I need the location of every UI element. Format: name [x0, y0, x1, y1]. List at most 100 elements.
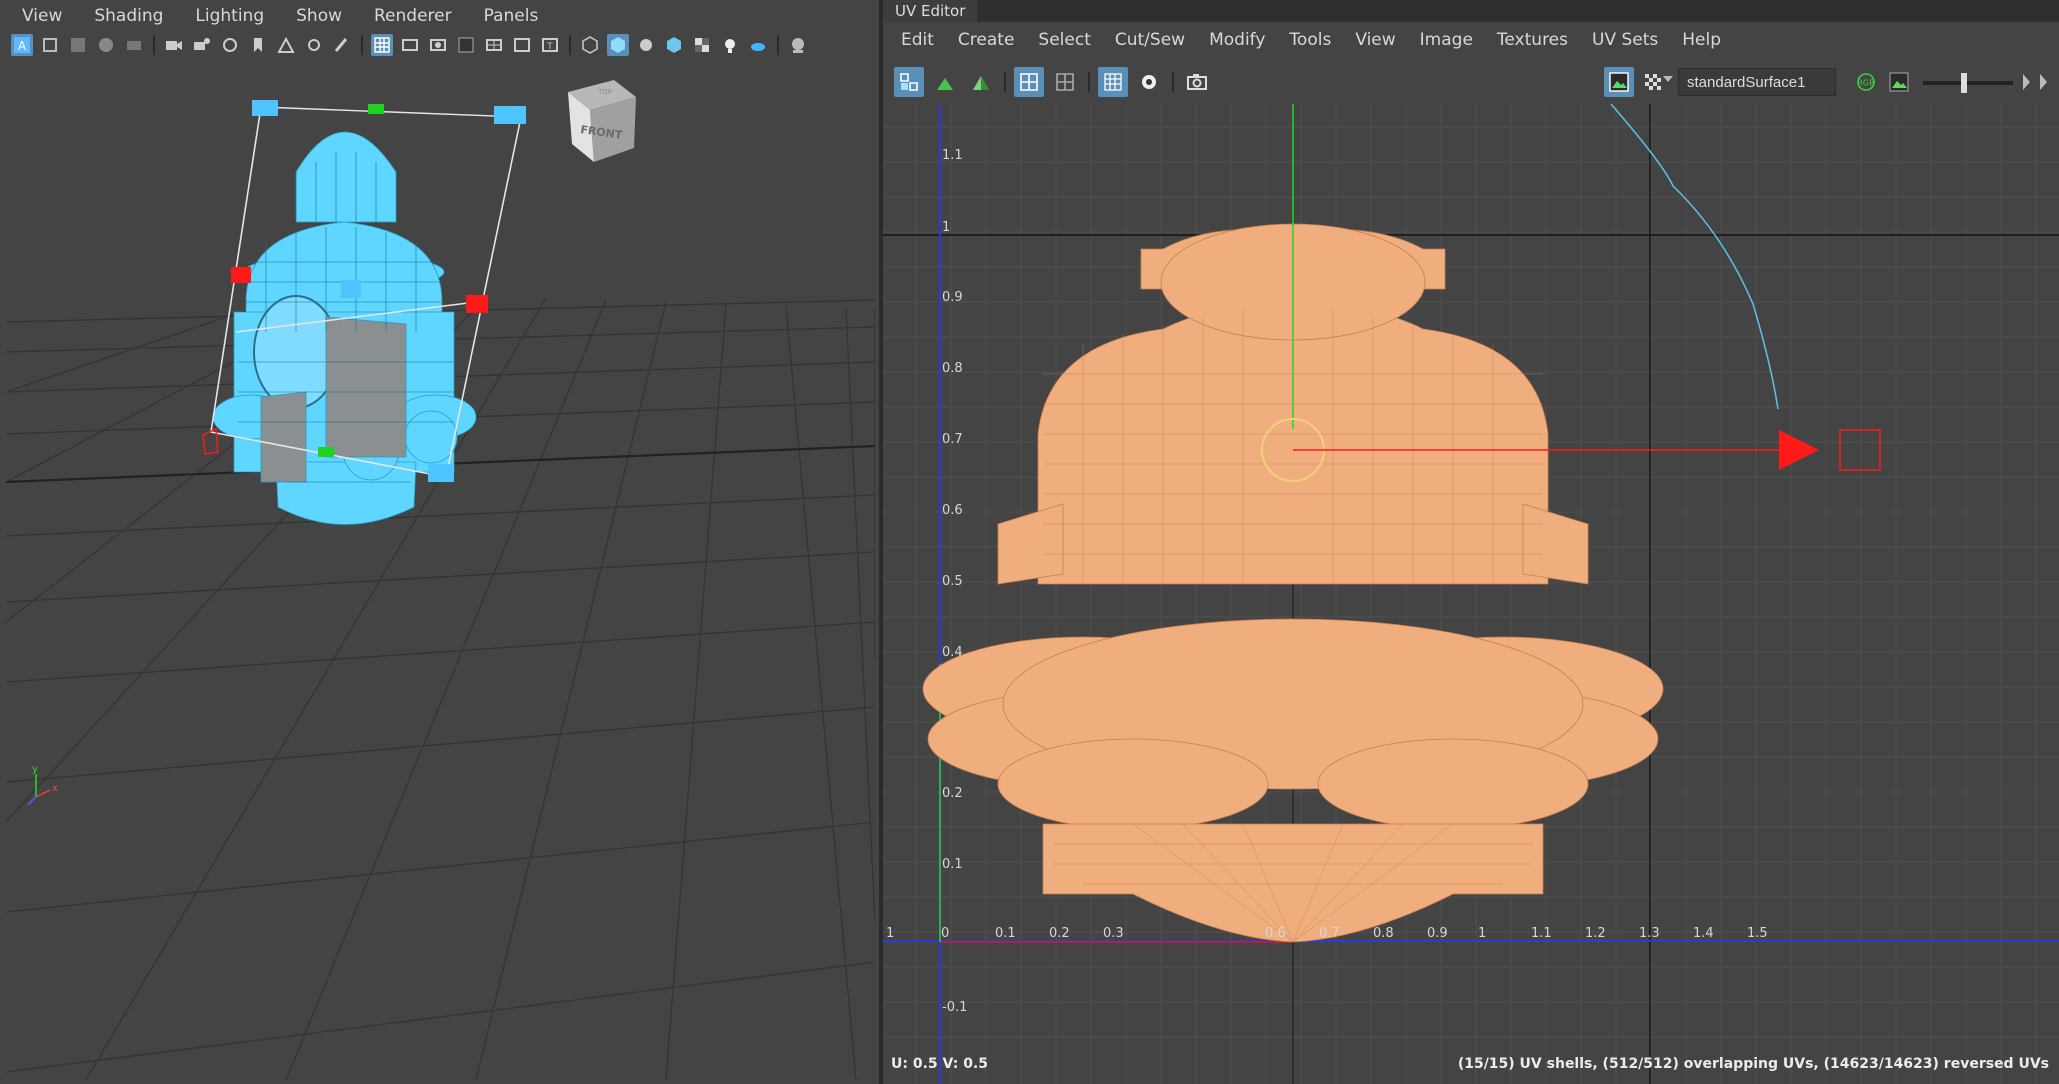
- v-tick: 0.9: [942, 290, 963, 305]
- v-tick: 0.6: [942, 503, 963, 518]
- textured-icon[interactable]: [691, 34, 713, 56]
- resolution-gate-icon[interactable]: [427, 34, 449, 56]
- menu-show[interactable]: Show: [280, 6, 358, 26]
- v-tick: 1: [942, 220, 950, 235]
- isolate-select-icon[interactable]: [787, 34, 809, 56]
- frame-selection-icon[interactable]: [39, 34, 61, 56]
- rgb-label: RGB: [1857, 79, 1874, 88]
- safe-action-icon[interactable]: [511, 34, 533, 56]
- menu-view[interactable]: View: [6, 6, 78, 26]
- uv-menu-help[interactable]: Help: [1670, 30, 1733, 50]
- use-all-lights-icon[interactable]: [719, 34, 741, 56]
- uv-editor-toolbar: standardSurface1 RGB: [883, 62, 2059, 102]
- svg-text:T: T: [546, 42, 553, 52]
- rotate-arc[interactable]: [1610, 104, 1779, 410]
- uv-editor-panel: UV Editor Edit Create Select Cut/Sew Mod…: [883, 0, 2059, 1084]
- v-tick: 0.2: [942, 786, 963, 801]
- uv-snapshot-icon[interactable]: [1182, 67, 1212, 97]
- grid-snap-icon[interactable]: [275, 34, 297, 56]
- v-tick: 0.5: [942, 574, 963, 589]
- uv-shell-stats: (15/15) UV shells, (512/512) overlapping…: [1457, 1056, 2049, 1072]
- grid-toggle-icon[interactable]: [371, 34, 393, 56]
- uv-menu-modify[interactable]: Modify: [1197, 30, 1277, 50]
- uv-menu-create[interactable]: Create: [946, 30, 1027, 50]
- brightness-slider-track[interactable]: [1923, 81, 2013, 85]
- image-plane-icon[interactable]: [67, 34, 89, 56]
- grease-pencil-icon[interactable]: [123, 34, 145, 56]
- uv-menu-edit[interactable]: Edit: [889, 30, 946, 50]
- u-tick: 1.4: [1693, 926, 1714, 941]
- uv-checker-icon[interactable]: [1098, 67, 1128, 97]
- v-tick: 0.1: [942, 857, 963, 872]
- sphere-icon[interactable]: [95, 34, 117, 56]
- uv-canvas[interactable]: 1 0 0.1 0.2 0.3 0.6 0.7 0.8 0.9 1 1.1 1.…: [883, 104, 2059, 1084]
- select-camera-icon[interactable]: A: [11, 34, 33, 56]
- wireframe-icon[interactable]: [579, 34, 601, 56]
- view-cube-top-label: TOP: [597, 88, 612, 96]
- chevron-right-icon[interactable]: [2023, 74, 2030, 90]
- move-camera-icon[interactable]: [303, 34, 325, 56]
- image-exposure-icon[interactable]: [1884, 67, 1914, 97]
- camera-attributes-icon[interactable]: [219, 34, 241, 56]
- uv-menu-textures[interactable]: Textures: [1485, 30, 1580, 50]
- u-tick: 1: [886, 926, 894, 941]
- smooth-shade-icon[interactable]: [607, 34, 629, 56]
- perspective-canvas[interactable]: FRONT TOP y x: [6, 62, 875, 1080]
- paint-icon[interactable]: [331, 34, 353, 56]
- uv-editor-menubar: Edit Create Select Cut/Sew Modify Tools …: [883, 22, 2059, 58]
- uv-pixel-snap-icon[interactable]: [1050, 67, 1080, 97]
- uv-menu-image[interactable]: Image: [1408, 30, 1485, 50]
- uv-menu-select[interactable]: Select: [1026, 30, 1102, 50]
- u-tick: 1: [1478, 926, 1486, 941]
- uv-grid-icon[interactable]: [1014, 67, 1044, 97]
- gate-mask-icon[interactable]: [455, 34, 477, 56]
- default-material-icon[interactable]: [635, 34, 657, 56]
- uv-shaded-icon[interactable]: [930, 67, 960, 97]
- shaded-wireframe-icon[interactable]: [663, 34, 685, 56]
- u-tick: 0.7: [1319, 926, 1340, 941]
- rgb-channels-icon[interactable]: RGB: [1851, 67, 1881, 97]
- uv-menu-tools[interactable]: Tools: [1277, 30, 1343, 50]
- field-chart-icon[interactable]: [483, 34, 505, 56]
- axis-x-label: x: [52, 783, 58, 794]
- menu-renderer[interactable]: Renderer: [358, 6, 468, 26]
- display-image-icon[interactable]: [1604, 67, 1634, 97]
- u-tick: 1.1: [1531, 926, 1552, 941]
- uv-editor-titlebar: UV Editor: [883, 0, 2059, 22]
- brightness-slider-handle[interactable]: [1961, 73, 1967, 93]
- manipulator-arrow-red[interactable]: [1779, 430, 1819, 470]
- uv-border-icon[interactable]: [1134, 67, 1164, 97]
- chevron-down-icon[interactable]: [1663, 76, 1673, 82]
- toolbar-separator: [569, 35, 571, 55]
- uv-menu-uv-sets[interactable]: UV Sets: [1580, 30, 1670, 50]
- uv-coordinate-readout: U: 0.5 V: 0.5: [891, 1056, 988, 1072]
- view-cube[interactable]: FRONT TOP: [568, 80, 636, 162]
- toolbar-separator: [1004, 72, 1006, 92]
- manipulator-scale-box[interactable]: [1839, 429, 1881, 471]
- uv-distortion-icon[interactable]: [966, 67, 996, 97]
- bookmark-icon[interactable]: [247, 34, 269, 56]
- u-tick: 0.6: [1265, 926, 1286, 941]
- uv-menu-view[interactable]: View: [1343, 30, 1407, 50]
- u-tick: 0: [941, 926, 949, 941]
- safe-title-icon[interactable]: T: [539, 34, 561, 56]
- camera-lock-icon[interactable]: [191, 34, 213, 56]
- u-tick: 0.9: [1427, 926, 1448, 941]
- material-selector[interactable]: standardSurface1: [1678, 68, 1836, 96]
- menu-lighting[interactable]: Lighting: [179, 6, 280, 26]
- uv-shell-view-icon[interactable]: [894, 67, 924, 97]
- film-gate-icon[interactable]: [399, 34, 421, 56]
- u-tick: 1.5: [1747, 926, 1768, 941]
- u-tick: 1.3: [1639, 926, 1660, 941]
- uv-editor-tab[interactable]: UV Editor: [883, 0, 978, 22]
- camera-icon[interactable]: [163, 34, 185, 56]
- uv-menu-cut-sew[interactable]: Cut/Sew: [1103, 30, 1197, 50]
- u-tick: 1.2: [1585, 926, 1606, 941]
- menu-panels[interactable]: Panels: [468, 6, 555, 26]
- checker-pattern-icon[interactable]: [1638, 67, 1668, 97]
- shadows-icon[interactable]: [747, 34, 769, 56]
- v-tick: 0.4: [942, 645, 963, 660]
- expand-toolbar-icon[interactable]: [2040, 74, 2047, 90]
- v-tick: 0.8: [942, 361, 963, 376]
- menu-shading[interactable]: Shading: [78, 6, 179, 26]
